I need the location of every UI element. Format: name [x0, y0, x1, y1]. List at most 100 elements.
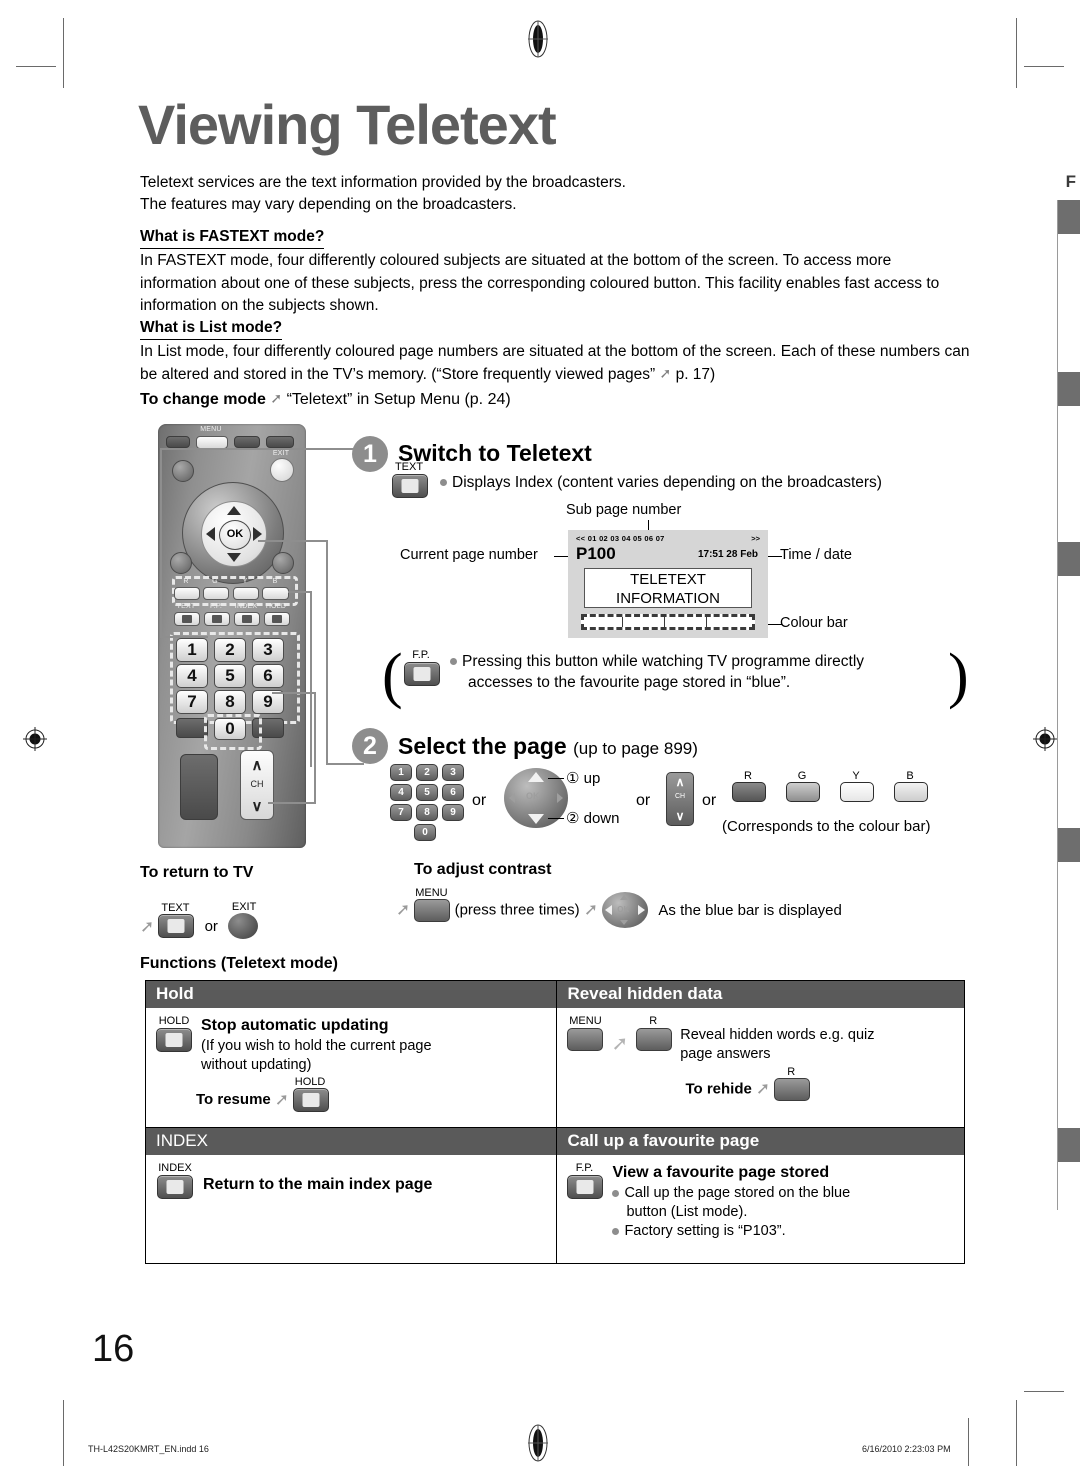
text-button-icon	[392, 474, 428, 498]
colour-bar-caption: Colour bar	[780, 615, 848, 631]
fastext-section: What is FASTEXT mode? In FASTEXT mode, f…	[140, 226, 972, 318]
step-2-colour-buttons: R G Y B	[732, 770, 928, 802]
return-text-cap: TEXT	[161, 902, 190, 914]
hold-title: Stop automatic updating	[201, 1017, 389, 1034]
remote-key-8: 8	[214, 690, 246, 714]
favourite-bullet-1: Call up the page stored on the blue	[612, 1184, 954, 1203]
remote-menu-label: MENU	[200, 426, 222, 433]
hold-resume-cap: HOLD	[294, 1076, 326, 1089]
callout-line-ch-v	[314, 692, 316, 804]
crop-mark-footer-right	[968, 1418, 969, 1466]
remote-dpad-up-icon	[227, 506, 241, 515]
step-2-ch-rocker: ∧ CH ∨	[666, 772, 694, 826]
functions-head-favourite: Call up a favourite page	[557, 1128, 964, 1156]
list-mode-section: What is List mode? In List mode, four di…	[140, 317, 972, 386]
list-mode-body-1: In List mode, four differently coloured …	[140, 343, 970, 383]
remote-dpad-inner: OK	[201, 501, 267, 567]
crop-mark-top-right	[1016, 18, 1017, 88]
index-button-cap: INDEX	[158, 1162, 192, 1175]
step-2-colour-label-y: Y	[852, 770, 860, 782]
step2-key-6: 6	[442, 784, 464, 801]
remote-dpad-left-icon	[206, 527, 215, 541]
favourite-bullet-2-row: Factory setting is “P103”.	[612, 1222, 954, 1241]
remote-key-2: 2	[214, 638, 246, 662]
step-2-colour-button-b	[894, 782, 928, 802]
exit-button-icon	[228, 913, 259, 939]
nav-right-indicator: >>	[751, 534, 760, 543]
step-2-colour-note: (Corresponds to the colour bar)	[722, 818, 931, 835]
dpad-right-icon	[638, 905, 646, 915]
reveal-rehide-label: To rehide	[685, 1079, 752, 1097]
step-2-colour-label-b: B	[906, 770, 914, 782]
adjust-contrast-row: ➚ MENU (press three times) ➚ OK As the b…	[396, 888, 842, 928]
remote-colour-button-g	[203, 587, 229, 600]
return-to-tv-row: ➚ TEXT or EXIT	[140, 902, 260, 945]
remote-function-label-hold: HOLD	[265, 603, 287, 610]
remote-top-button-3	[234, 436, 260, 448]
menu-button-icon	[414, 899, 451, 922]
red-button-icon	[636, 1028, 673, 1051]
remote-ch-label: CH	[250, 779, 264, 789]
red-button-icon	[774, 1077, 811, 1101]
current-page-caption: Current page number	[400, 547, 538, 563]
dpad-right-icon	[557, 793, 563, 803]
functions-cell-favourite: F.P. View a favourite page stored Call u…	[557, 1155, 964, 1263]
remote-colour-button-r	[174, 587, 200, 600]
arrow-icon: ➚	[140, 916, 155, 936]
bullet-icon	[612, 1227, 620, 1235]
contrast-menu-cap: MENU	[415, 887, 448, 899]
callout-line-keypad-h	[272, 692, 314, 694]
arrow-icon: ➚	[583, 900, 599, 919]
bracket-close: )	[948, 642, 969, 710]
callout-line-dpad-v	[326, 540, 328, 765]
footer-filename: TH-L42S20KMRT_EN.indd 16	[88, 1444, 209, 1454]
remote-ch-rocker: ∧ CH ∨	[240, 750, 274, 820]
arrow-icon: ➚	[755, 1078, 771, 1098]
remote-exit-button	[270, 458, 294, 482]
adjust-contrast-heading: To adjust contrast	[414, 861, 552, 878]
fp-button-icon	[567, 1175, 604, 1200]
fastext-body: In FASTEXT mode, four differently colour…	[140, 252, 940, 315]
callout-line-dpad-h	[258, 540, 328, 542]
dpad-down-icon	[528, 814, 544, 824]
remote-round-button-left	[172, 460, 194, 482]
menu-button-icon	[567, 1028, 604, 1051]
hold-note-2: without updating)	[201, 1056, 312, 1073]
step-1-fp-note: Pressing this button while watching TV p…	[450, 652, 864, 694]
sub-page-row: << 01 02 03 04 05 06 07	[576, 534, 665, 543]
step-2-dpad: OK	[504, 768, 568, 828]
callout-line-dpad-h2	[326, 763, 364, 765]
colour-bar	[581, 614, 755, 630]
functions-table: Hold Reveal hidden data HOLD Stop automa…	[145, 980, 965, 1265]
callout-line-ch-h	[268, 802, 316, 804]
fp-button-icon	[404, 662, 440, 686]
arrow-icon: ➚	[274, 1089, 290, 1109]
step-2-colour-button-y	[840, 782, 874, 802]
remote-key-7: 7	[176, 690, 208, 714]
callout-line-colour-h	[288, 591, 312, 593]
change-mode-label: To change mode	[140, 391, 266, 408]
hold-button-cap: HOLD	[158, 1015, 190, 1027]
list-mode-body: In List mode, four differently coloured …	[140, 341, 972, 386]
time-date-value: 17:51 28 Feb	[697, 549, 758, 560]
step-2-colour-label-r: R	[744, 770, 752, 782]
leader-down	[548, 818, 564, 819]
remote-hold-button	[264, 612, 290, 626]
bullet-icon	[612, 1189, 620, 1197]
edge-tab-4	[1058, 828, 1080, 862]
functions-header-row-2: INDEX Call up a favourite page	[146, 1127, 964, 1156]
step-2-title-note: (up to page 899)	[573, 739, 698, 758]
remote-dpad-right-icon	[253, 527, 262, 541]
remote-key-1: 1	[176, 638, 208, 662]
remote-dpad: OK	[182, 482, 284, 584]
step-2-colour-label-g: G	[797, 770, 807, 782]
reveal-text-2: page answers	[680, 1045, 771, 1062]
step-1-badge: 1	[352, 436, 388, 472]
remote-function-label-text: TEXT	[176, 603, 196, 610]
remote-dpad-down-icon	[227, 553, 241, 562]
dpad-ok-label: OK	[617, 905, 630, 914]
edge-tab-rule	[1057, 200, 1058, 1210]
remote-colour-label-g: G	[212, 578, 218, 585]
fp-note-line-2: accesses to the favourite page stored in…	[468, 673, 791, 691]
step-1-fp-button: F.P.	[404, 650, 440, 686]
